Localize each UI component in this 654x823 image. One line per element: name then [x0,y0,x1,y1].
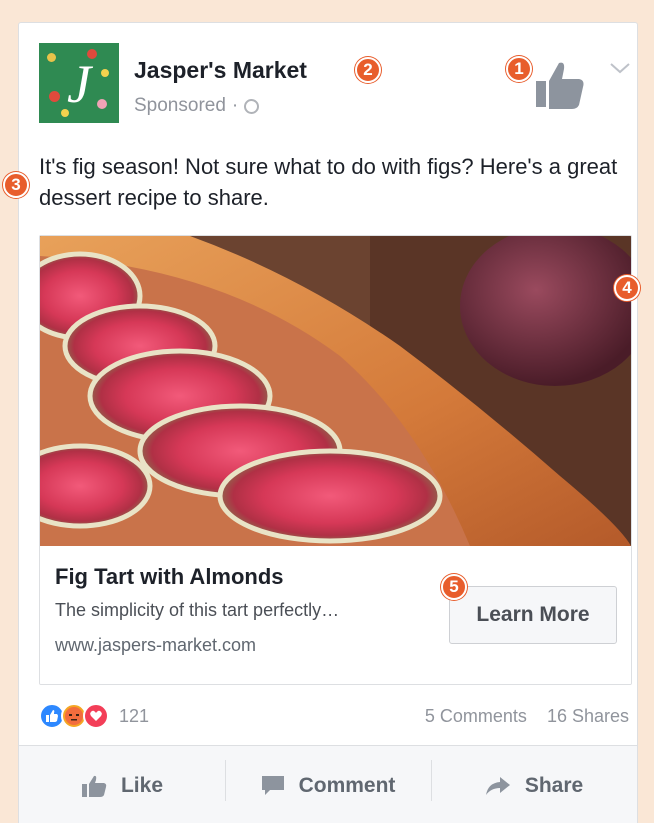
link-details: Fig Tart with Almonds The simplicity of … [40,546,631,684]
like-label: Like [120,773,164,797]
callout-badge-2: 2 [355,57,381,83]
callout-badge-4: 4 [614,275,640,301]
action-bar: Like Comment Share [19,745,637,823]
shares-count[interactable]: 16 Shares [547,706,629,727]
love-reaction-icon [83,703,109,729]
callout-badge-3: 3 [3,172,29,198]
reaction-count: 121 [119,705,150,726]
like-icon [81,775,107,797]
page-avatar[interactable]: J [39,43,119,123]
callout-badge-1: 1 [506,56,532,82]
post-text: It's fig season! Not sure what to do wit… [39,154,618,210]
reactions-summary[interactable]: 121 [39,703,149,729]
sponsored-line: Sponsored · [134,95,260,117]
link-preview[interactable]: Fig Tart with Almonds The simplicity of … [39,235,632,685]
globe-icon [244,98,260,114]
comment-icon [261,775,284,795]
share-label: Share [524,773,584,797]
like-button[interactable]: Like [19,746,225,823]
callout-badge-5: 5 [441,574,467,600]
chevron-down-icon[interactable] [609,61,631,75]
link-title[interactable]: Fig Tart with Almonds [55,564,284,590]
avatar-logo: J [67,54,91,114]
sponsored-label[interactable]: Sponsored [134,95,226,117]
comment-label: Comment [298,773,396,797]
share-button[interactable]: Share [431,746,637,823]
engagement-stats: 5 Comments 16 Shares [425,706,629,727]
fig-tart-photo [40,236,631,546]
learn-more-button[interactable]: Learn More [449,586,617,644]
page-name[interactable]: Jasper's Market [134,57,307,84]
comment-button[interactable]: Comment [225,746,431,823]
sponsored-post-card: J Jasper's Market Sponsored · It's fig s… [18,22,638,823]
link-description: The simplicity of this tart perfectly… [55,600,340,620]
share-icon [485,776,510,795]
link-url[interactable]: www.jaspers-market.com [55,635,256,656]
thumbs-up-icon [536,62,584,109]
comments-count[interactable]: 5 Comments [425,706,527,727]
separator: · [231,95,239,116]
